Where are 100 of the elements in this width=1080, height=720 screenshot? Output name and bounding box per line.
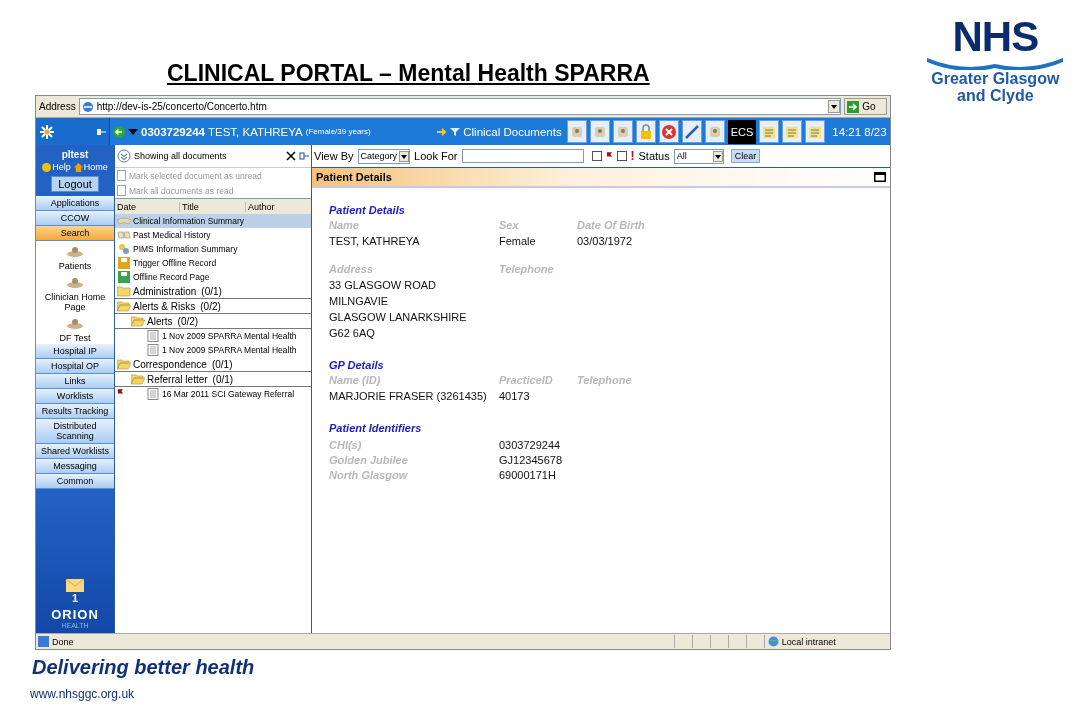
go-button[interactable]: Go [844,98,887,115]
toolbar-button[interactable] [681,120,702,143]
arrow-icon [847,100,860,113]
field-value: 03/03/1972 [577,235,634,247]
field-label: CHI(s) [329,438,363,451]
tagline: Delivering better health [32,656,256,679]
field-label: Name [329,219,360,231]
logo-subtitle: Greater Glasgow [931,70,1060,87]
nav-tab[interactable]: Common [36,474,114,489]
folder-icon [131,315,145,327]
address-field[interactable]: http://dev-is-25/concerto/Concerto.htm [78,98,842,115]
tree-item[interactable]: Referral letter (0/1) [115,372,311,387]
tree-item[interactable]: Clinical Information Summary [115,214,311,228]
panel-title: Patient Details [316,171,392,183]
tree-item[interactable]: Offline Record Page [115,270,311,284]
status-dropdown[interactable]: All [673,148,724,164]
logo-subtitle: and Clyde [957,87,1034,104]
help-link[interactable]: Help [42,162,71,172]
nav-tab[interactable]: CCOW [36,211,114,226]
priority-mark: ! [630,149,635,163]
pin-icon[interactable] [96,126,106,137]
flag-checkbox[interactable] [591,151,602,161]
swoosh-icon [925,56,1066,70]
collapse-icon[interactable] [286,151,296,161]
toolbar-button[interactable] [612,120,633,143]
nav-tab[interactable]: Hospital IP [36,344,114,359]
field-value: MILNGAVIE [329,295,390,307]
tree-item[interactable]: Alerts & Risks (0/2) [115,299,311,314]
field-label: Address [329,263,375,275]
nav-tab[interactable]: Links [36,374,114,389]
tree-item[interactable]: Correspondence (0/1) [115,357,311,372]
arrow-icon[interactable] [437,127,448,136]
nav-tab[interactable]: Distributed Scanning [36,419,114,444]
nav-tab[interactable]: Results Tracking [36,404,114,419]
field-value: TEST, KATHREYA [329,235,421,247]
section-heading: Patient Details [329,204,406,216]
column-header[interactable]: Author [246,201,311,212]
tree-item[interactable]: 1 Nov 2009 SPARRA Mental Health [115,343,311,357]
nav-tab[interactable]: Applications [36,196,114,211]
nav-tab[interactable]: Messaging [36,459,114,474]
tree-item[interactable]: Trigger Offline Record [115,256,311,270]
view-by-dropdown[interactable]: Category [357,148,411,164]
status-label: Status [638,150,670,162]
field-label: PracticeID [499,374,554,386]
field-label: Name (ID) [329,374,382,386]
patient-info: (Female/39 years) [305,127,371,136]
folder-icon [117,285,131,297]
star-logo-icon [39,123,55,140]
home-icon [73,162,83,172]
priority-checkbox[interactable] [616,151,627,161]
pen-icon [683,123,700,140]
home-link[interactable]: Home [73,162,108,172]
nav-tab[interactable]: Search [36,226,114,241]
field-value: 0303729244 [499,438,561,451]
toolbar-button[interactable] [759,120,780,143]
field-label: Telephone [577,374,632,386]
column-header[interactable]: Title [180,201,246,212]
pin-icon[interactable] [299,151,309,161]
ecs-button[interactable]: ECS [727,119,757,144]
nav-tab[interactable]: Worklists [36,389,114,404]
page-icon [38,636,49,647]
tree-item[interactable]: 1 Nov 2009 SPARRA Mental Health [115,329,311,343]
tree-item[interactable]: Past Medical History [115,228,311,242]
toolbar-button[interactable] [704,120,725,143]
field-value: GJ12345678 [499,453,562,466]
column-header[interactable]: Date [115,201,180,212]
tree-item[interactable]: Administration (0/1) [115,284,311,299]
tree-item[interactable]: 16 Mar 2011 SCI Gateway Referral [115,387,311,401]
back-arrow-icon[interactable] [113,125,125,138]
field-value: 40173 [499,390,531,402]
field-value: 69000171H [499,468,556,481]
field-value: Female [499,235,537,247]
patient-name: 0303729244 TEST, KATHREYA [141,125,303,138]
filter-icon[interactable] [450,126,461,137]
clear-button[interactable]: Clear [730,149,761,163]
expand-chevron-icon[interactable] [117,149,131,163]
field-label: Golden Jubilee [329,453,409,466]
maximize-icon[interactable] [873,172,886,182]
toolbar-button[interactable] [658,120,679,143]
close-icon [660,123,677,140]
toolbar-button[interactable] [782,120,803,143]
tree-item[interactable]: PIMS Information Summary [115,242,311,256]
field-value: 33 GLASGOW ROAD [329,279,437,291]
toolbar-button[interactable] [566,120,587,143]
toolbar-button[interactable] [589,120,610,143]
look-for-field[interactable] [461,149,584,163]
field-label: Telephone [499,263,555,275]
look-for-label: Look For [414,150,458,162]
nav-tab[interactable]: Shared Worklists [36,444,114,459]
help-icon [42,162,52,172]
address-label: Address [39,101,76,112]
field-value: MARJORIE FRASER (3261435) [329,390,488,402]
field-label: Date Of Birth [577,219,645,231]
toolbar-button[interactable] [635,120,656,143]
logout-button[interactable]: Logout [51,176,99,192]
toolbar-button[interactable] [805,120,826,143]
dropdown-triangle-icon[interactable] [128,128,138,135]
nav-tab[interactable]: Hospital OP [36,359,114,374]
folder-icon [117,358,131,370]
tree-item[interactable]: Alerts (0/2) [115,314,311,329]
